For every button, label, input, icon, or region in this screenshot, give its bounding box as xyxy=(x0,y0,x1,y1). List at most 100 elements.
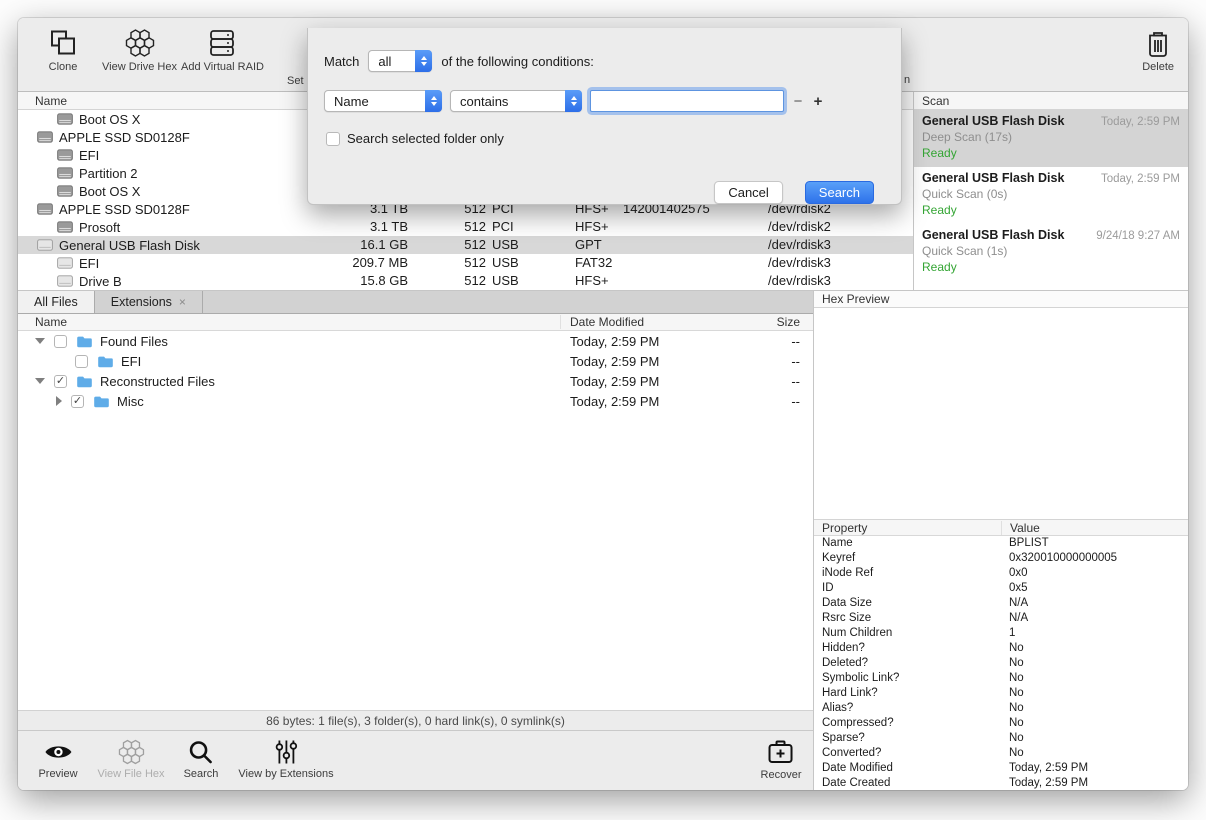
remove-condition-button[interactable]: − xyxy=(792,93,804,110)
property-row: NameBPLIST xyxy=(814,536,1188,551)
file-date: Today, 2:59 PM xyxy=(570,334,659,349)
scan-item[interactable]: General USB Flash Disk 9/24/18 9:27 AM Q… xyxy=(914,224,1188,281)
column-header-name[interactable]: Name xyxy=(35,315,67,329)
clipped-set-button-label[interactable]: Set xyxy=(287,75,304,87)
scan-type: Quick Scan (0s) xyxy=(922,187,1180,201)
dropdown-stepper-icon xyxy=(425,90,442,112)
file-size: -- xyxy=(791,374,800,389)
drive-device: /dev/rdisk3 xyxy=(768,272,898,290)
clipped-scan-button-label[interactable]: n xyxy=(904,74,910,86)
add-condition-button[interactable]: + xyxy=(812,93,824,110)
external-disk-icon xyxy=(37,239,53,251)
view-file-hex-label: View File Hex xyxy=(97,768,164,780)
disclosure-expanded-icon[interactable] xyxy=(35,338,45,344)
drive-row-selected[interactable]: General USB Flash Disk 16.1 GB 512 USB G… xyxy=(18,236,913,254)
tab-extensions[interactable]: Extensions × xyxy=(95,291,203,313)
file-row[interactable]: Found Files Today, 2:59 PM -- xyxy=(18,331,813,351)
drive-device: /dev/rdisk3 xyxy=(768,254,898,272)
column-header-size[interactable]: Size xyxy=(777,315,800,329)
folder-icon xyxy=(93,395,110,408)
clone-button[interactable]: Clone xyxy=(48,28,78,73)
scan-item-selected[interactable]: General USB Flash Disk Today, 2:59 PM De… xyxy=(914,110,1188,167)
column-header-date-modified[interactable]: Date Modified xyxy=(560,315,644,329)
delete-button[interactable]: Delete xyxy=(1142,28,1174,73)
file-tree: Found Files Today, 2:59 PM -- EFI Today,… xyxy=(18,331,813,411)
property-row: Sparse?No xyxy=(814,731,1188,746)
field-dropdown[interactable]: Name xyxy=(324,90,442,112)
cancel-button[interactable]: Cancel xyxy=(714,181,782,204)
folder-icon xyxy=(76,375,93,388)
file-row[interactable]: EFI Today, 2:59 PM -- xyxy=(18,351,813,371)
view-drive-hex-button[interactable]: View Drive Hex xyxy=(102,28,177,73)
drive-name: Boot OS X xyxy=(79,184,140,199)
eye-icon xyxy=(42,739,74,765)
drive-name: General USB Flash Disk xyxy=(59,238,200,253)
preview-button[interactable]: Preview xyxy=(38,739,77,780)
file-view-tabbar: All Files Extensions × xyxy=(18,290,813,314)
conditions-label: of the following conditions: xyxy=(441,54,593,69)
file-name: EFI xyxy=(121,354,141,369)
checkbox-unchecked[interactable] xyxy=(75,355,88,368)
search-term-input[interactable] xyxy=(590,90,784,112)
view-file-hex-button[interactable]: View File Hex xyxy=(97,739,164,780)
search-selected-folder-checkbox[interactable] xyxy=(326,132,340,146)
disclosure-collapsed-icon[interactable] xyxy=(56,396,62,406)
scan-title: General USB Flash Disk xyxy=(922,114,1064,128)
recover-kit-icon xyxy=(766,739,796,766)
drive-name: APPLE SSD SD0128F xyxy=(59,202,190,217)
search-button[interactable]: Search xyxy=(184,739,219,780)
recover-button[interactable]: Recover xyxy=(761,739,802,781)
drive-blocksize: 512 xyxy=(448,254,486,272)
selection-summary: 86 bytes: 1 file(s), 3 folder(s), 0 hard… xyxy=(266,714,565,728)
property-row: Hidden?No xyxy=(814,641,1188,656)
property-row: Keyref0x320010000000005 xyxy=(814,551,1188,566)
file-row[interactable]: ✓ Reconstructed Files Today, 2:59 PM -- xyxy=(18,371,813,391)
checkbox-unchecked[interactable] xyxy=(54,335,67,348)
property-row: Compressed?No xyxy=(814,716,1188,731)
match-dropdown[interactable]: all xyxy=(368,50,432,72)
column-header-property[interactable]: Property xyxy=(822,521,867,535)
dropdown-stepper-icon xyxy=(415,50,432,72)
search-submit-button[interactable]: Search xyxy=(805,181,874,204)
scan-type: Deep Scan (17s) xyxy=(922,130,1180,144)
scan-title: General USB Flash Disk xyxy=(922,171,1064,185)
operator-dropdown[interactable]: contains xyxy=(450,90,582,112)
internal-disk-icon xyxy=(37,203,53,215)
file-row[interactable]: ✓ Misc Today, 2:59 PM -- xyxy=(18,391,813,411)
drive-bus: PCI xyxy=(492,218,552,236)
external-partition-icon xyxy=(57,257,73,269)
drive-bus: USB xyxy=(492,272,552,290)
drive-row[interactable]: Prosoft 3.1 TB 512 PCI HFS+ /dev/rdisk2 xyxy=(18,218,913,236)
drive-row[interactable]: EFI 209.7 MB 512 USB FAT32 /dev/rdisk3 xyxy=(18,254,913,272)
partition-icon xyxy=(57,167,73,179)
folder-icon xyxy=(76,335,93,348)
drive-blocksize: 512 xyxy=(448,236,486,254)
scan-type: Quick Scan (1s) xyxy=(922,244,1180,258)
disclosure-expanded-icon[interactable] xyxy=(35,378,45,384)
drive-row[interactable]: Drive B 15.8 GB 512 USB HFS+ /dev/rdisk3 xyxy=(18,272,913,290)
honeycomb-hex-icon xyxy=(124,28,156,58)
scan-column-header[interactable]: Scan xyxy=(914,92,1188,110)
scan-item[interactable]: General USB Flash Disk Today, 2:59 PM Qu… xyxy=(914,167,1188,224)
clone-icon xyxy=(48,28,78,58)
add-virtual-raid-button[interactable]: Add Virtual RAID xyxy=(181,28,264,73)
trash-icon xyxy=(1145,28,1171,58)
checkbox-checked[interactable]: ✓ xyxy=(71,395,84,408)
tab-close-icon[interactable]: × xyxy=(179,295,186,309)
scan-status: Ready xyxy=(922,203,1180,217)
drive-name: EFI xyxy=(79,256,99,271)
column-header-value[interactable]: Value xyxy=(1001,521,1040,535)
view-by-extensions-button[interactable]: View by Extensions xyxy=(238,739,333,780)
drive-size: 16.1 GB xyxy=(318,236,408,254)
magnifier-icon xyxy=(188,739,214,765)
property-row: Rsrc SizeN/A xyxy=(814,611,1188,626)
preview-label: Preview xyxy=(38,768,77,780)
checkbox-checked[interactable]: ✓ xyxy=(54,375,67,388)
partition-icon xyxy=(57,113,73,125)
view-drive-hex-label: View Drive Hex xyxy=(102,61,177,73)
scan-time: Today, 2:59 PM xyxy=(1101,116,1180,128)
delete-label: Delete xyxy=(1142,61,1174,73)
tab-all-files[interactable]: All Files xyxy=(18,291,95,313)
drive-size: 209.7 MB xyxy=(318,254,408,272)
drive-blocksize: 512 xyxy=(448,218,486,236)
